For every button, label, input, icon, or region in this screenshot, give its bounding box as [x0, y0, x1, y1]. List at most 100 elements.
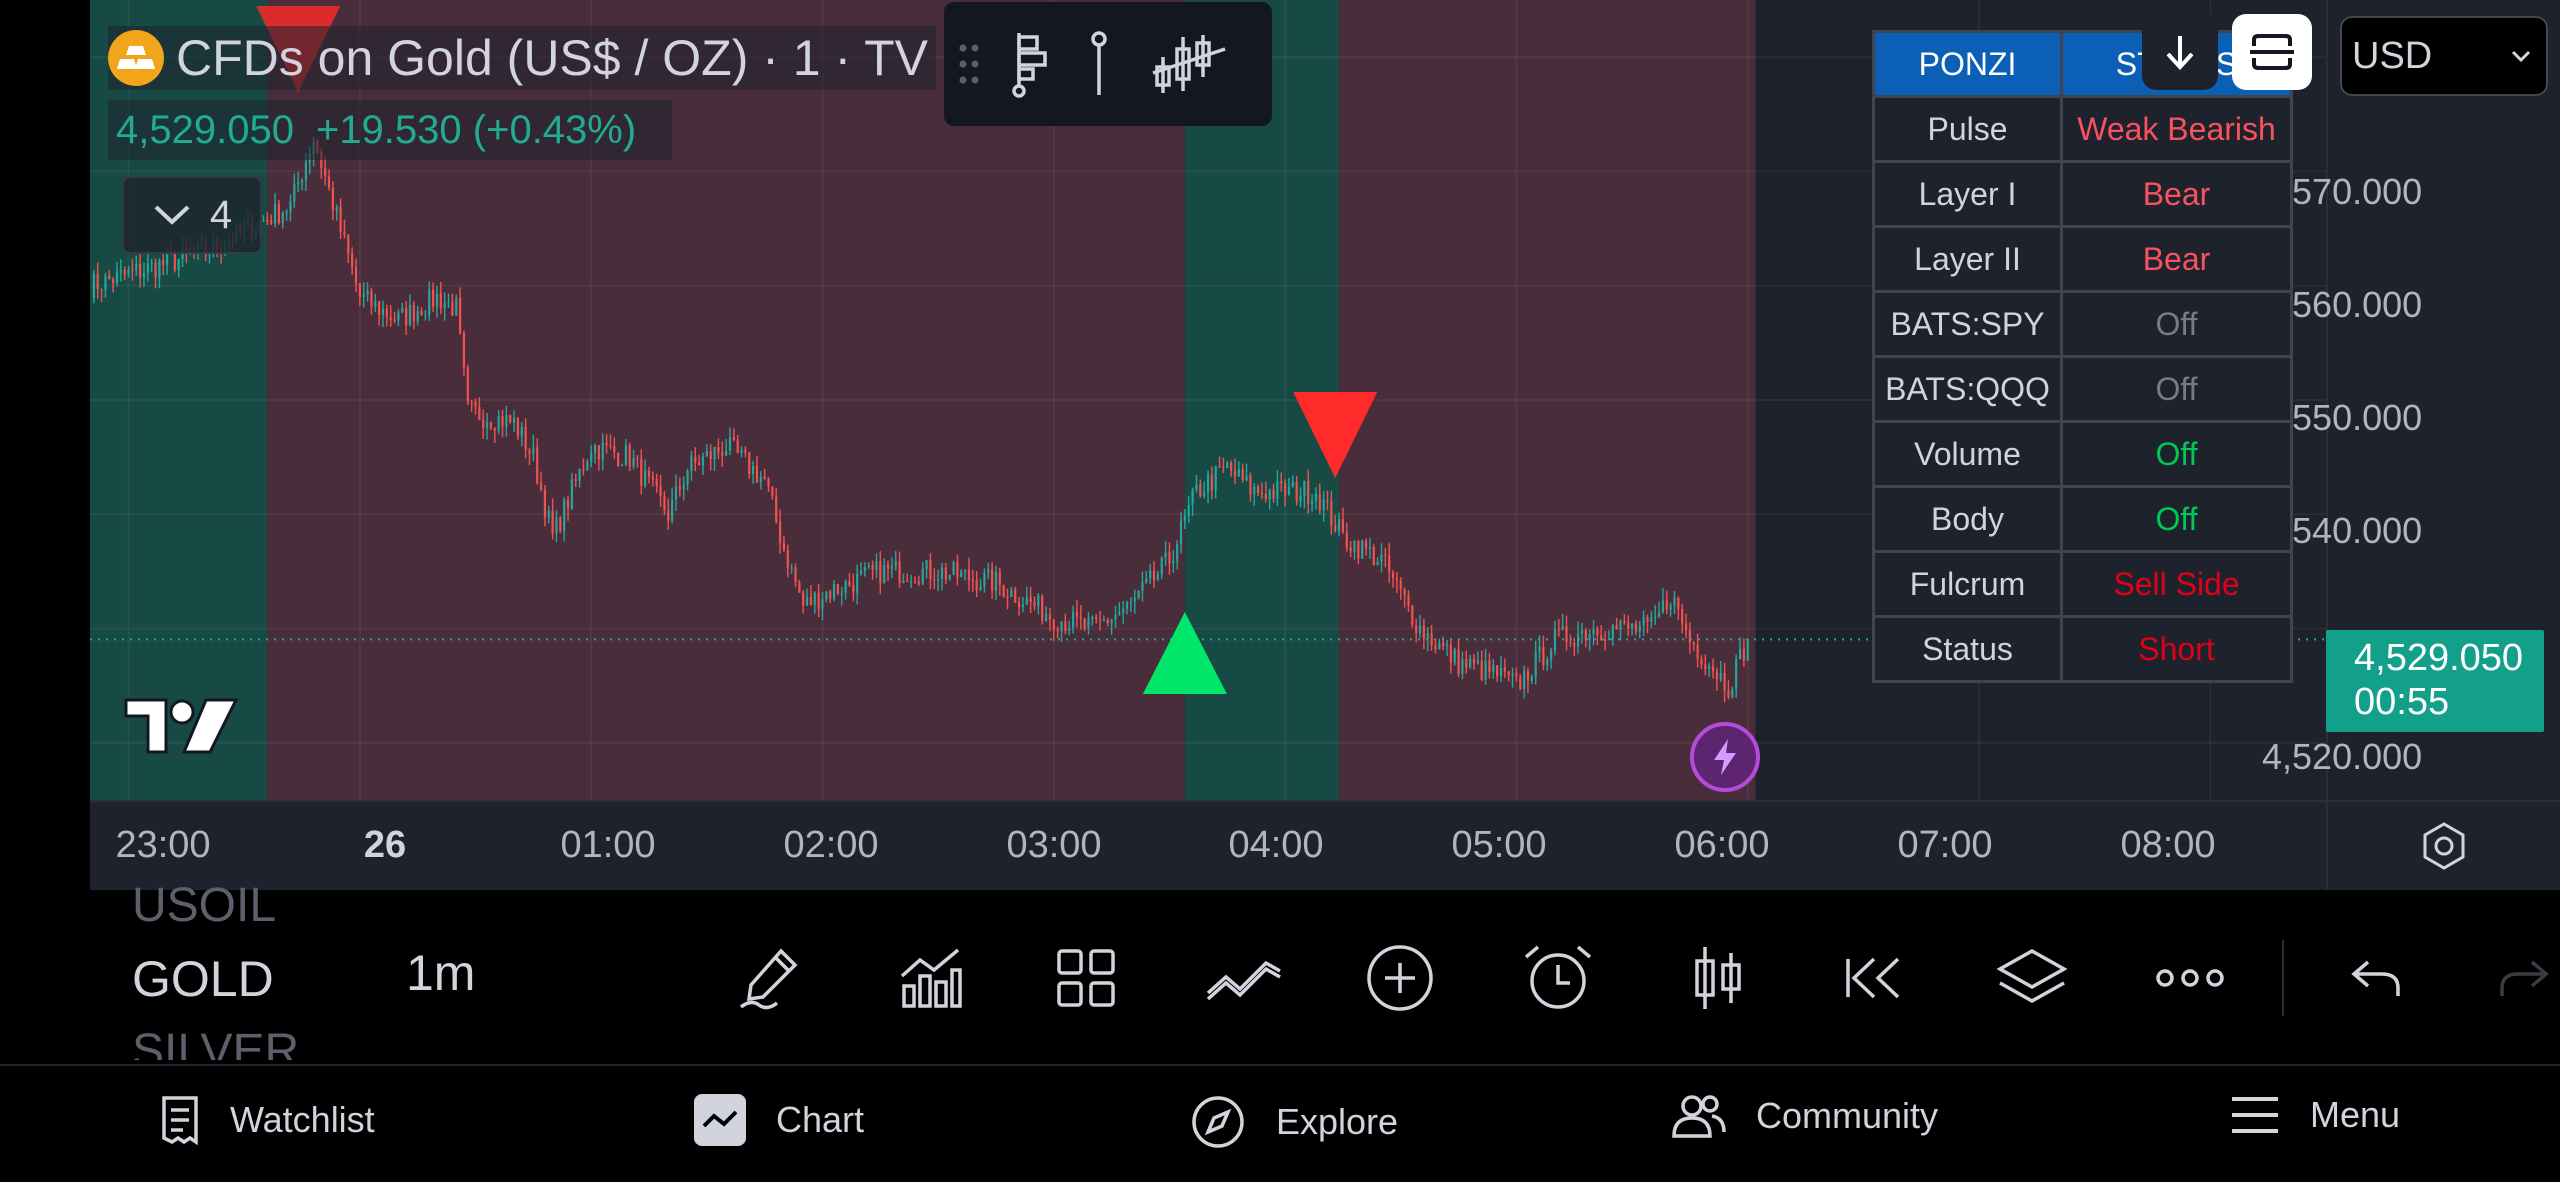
candle-body: [1573, 643, 1576, 647]
vertical-line-tool-icon[interactable]: [1074, 29, 1124, 99]
symbol-legend[interactable]: CFDs on Gold (US$ / OZ) · 1 · TV: [108, 26, 937, 90]
candle-body: [1600, 635, 1603, 640]
candle-body: [293, 183, 296, 202]
candle-body: [1484, 660, 1487, 680]
quick-trade-button[interactable]: [1690, 722, 1760, 792]
nav-community[interactable]: Community: [1672, 1094, 1938, 1138]
interval-button[interactable]: 1m: [406, 944, 475, 1002]
candle-body: [270, 220, 273, 224]
pencil-icon[interactable]: [730, 940, 810, 1016]
candle-body: [933, 579, 936, 581]
table-row: BATS:SPY Off: [1872, 290, 2293, 358]
table-row: Status Short: [1872, 615, 2293, 683]
candle-body: [532, 447, 535, 454]
indicators-icon[interactable]: [890, 940, 970, 1016]
candle-body: [582, 468, 585, 470]
undo-icon[interactable]: [2336, 940, 2416, 1016]
candle-body: [478, 406, 481, 420]
candle-body: [1044, 614, 1048, 621]
layers-icon[interactable]: [1992, 940, 2072, 1016]
screenshot-button[interactable]: [2232, 14, 2312, 90]
indicator-label: Layer I: [1872, 160, 2063, 228]
candle-body: [300, 179, 304, 183]
candle-body: [1014, 589, 1017, 603]
candle-body: [1098, 618, 1102, 620]
candle-body: [1152, 570, 1156, 580]
nav-chart[interactable]: Chart: [694, 1094, 864, 1146]
candle-body: [158, 260, 161, 278]
candle-body: [1395, 578, 1399, 581]
candle-body: [1507, 671, 1510, 676]
candle-body: [127, 269, 130, 275]
candle-body: [92, 273, 95, 299]
candle-body: [644, 470, 647, 486]
candle-body: [1183, 515, 1186, 521]
replay-icon[interactable]: [1834, 940, 1914, 1016]
alarm-icon[interactable]: [1518, 940, 1598, 1016]
candle-body: [1172, 560, 1175, 564]
candle-body: [1723, 673, 1726, 691]
candle-body: [1735, 658, 1738, 690]
candle-body: [1499, 667, 1503, 677]
candle-body: [1654, 616, 1657, 618]
candle-body: [1318, 494, 1321, 510]
scroll-to-latest-button[interactable]: [2142, 14, 2218, 90]
candle-body: [1511, 673, 1514, 676]
currency-value: USD: [2352, 34, 2433, 77]
candle-body: [913, 581, 917, 583]
more-icon[interactable]: [2150, 940, 2230, 1016]
indicators-collapse-button[interactable]: 4: [122, 176, 262, 254]
candle-body: [647, 470, 651, 477]
redo-icon[interactable]: [2496, 940, 2560, 1016]
symbol-item-active[interactable]: GOLD: [132, 950, 274, 1008]
candle-body: [1191, 489, 1194, 506]
candle-body: [1071, 612, 1075, 629]
candle-body: [520, 426, 523, 437]
symbol-switcher[interactable]: USOIL GOLD SILVER: [132, 880, 372, 1060]
candle-body: [798, 582, 801, 593]
nav-explore[interactable]: Explore: [1190, 1094, 1398, 1150]
nav-label: Watchlist: [230, 1099, 375, 1140]
layout-grid-icon[interactable]: [1046, 940, 1126, 1016]
candle-body: [979, 586, 982, 591]
candle-body: [663, 496, 666, 511]
candle-body: [497, 416, 500, 431]
candle-body: [1245, 475, 1248, 481]
add-icon[interactable]: [1360, 940, 1440, 1016]
long-position-tool-icon[interactable]: [994, 29, 1074, 99]
arrow-down-icon: [2166, 36, 2194, 70]
time-axis-label: 03:00: [1006, 824, 1102, 866]
candle-body: [1630, 623, 1634, 629]
candle-body: [1345, 532, 1348, 548]
candle-body: [1310, 500, 1314, 504]
settings-hex-icon[interactable]: [2417, 819, 2471, 873]
trend-lines-icon[interactable]: [1204, 940, 1284, 1016]
candle-body: [1596, 629, 1599, 636]
candle-body: [748, 452, 751, 474]
candlestick-pattern-tool-icon[interactable]: [1124, 29, 1254, 99]
chart-settings-corner[interactable]: [2326, 800, 2560, 890]
candle-body: [1264, 494, 1267, 500]
candle-body: [1260, 493, 1264, 495]
nav-watchlist[interactable]: Watchlist: [160, 1094, 375, 1146]
candle-body: [1133, 597, 1136, 602]
candle-body: [1025, 597, 1028, 605]
candle-body: [910, 581, 913, 583]
drag-handle-icon[interactable]: [944, 42, 994, 86]
candle-body: [771, 486, 774, 497]
candle-body: [960, 571, 963, 578]
candle-body: [123, 270, 126, 275]
nav-menu[interactable]: Menu: [2230, 1094, 2400, 1136]
symbol-item[interactable]: USOIL: [132, 880, 276, 933]
candles-icon[interactable]: [1678, 940, 1758, 1016]
currency-select[interactable]: USD: [2340, 16, 2548, 96]
candle-body: [1469, 658, 1472, 668]
candle-body: [381, 308, 385, 315]
candle-body: [551, 510, 554, 534]
floating-drawing-toolbar[interactable]: [944, 2, 1272, 126]
symbol-item[interactable]: SILVER: [132, 1024, 299, 1060]
candle-body: [736, 440, 739, 453]
candle-body: [489, 422, 493, 428]
indicator-label: Volume: [1872, 420, 2063, 488]
candle-body: [1056, 629, 1059, 631]
